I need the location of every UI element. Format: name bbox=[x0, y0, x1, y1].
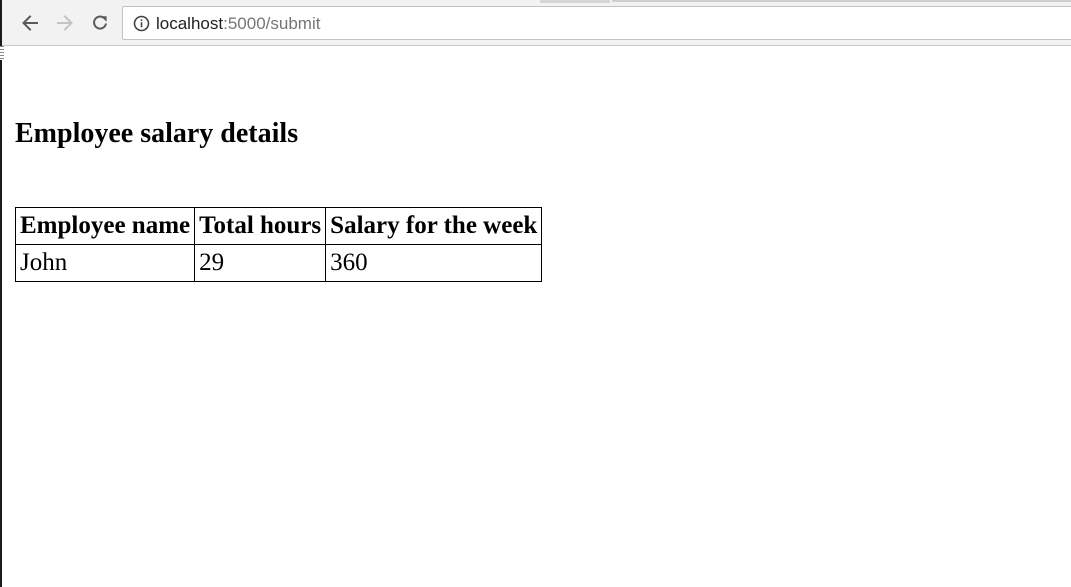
reload-icon bbox=[93, 15, 107, 30]
column-header-salary: Salary for the week bbox=[325, 207, 543, 245]
address-bar[interactable]: localhost:5000/submit bbox=[122, 6, 1071, 40]
page-content: Employee salary details Employee name To… bbox=[14, 118, 543, 282]
forward-arrow-icon bbox=[57, 15, 73, 31]
cell-employee-name: John bbox=[14, 244, 196, 282]
reload-button[interactable] bbox=[86, 9, 114, 37]
info-icon[interactable] bbox=[133, 15, 150, 32]
table-row: John 29 360 bbox=[14, 244, 543, 282]
tab-strip-edge bbox=[612, 0, 1071, 2]
tab-strip-edge bbox=[540, 0, 610, 3]
forward-button[interactable] bbox=[51, 9, 79, 37]
url-text[interactable]: localhost:5000/submit bbox=[156, 13, 320, 34]
url-host: localhost bbox=[156, 14, 224, 33]
table-header-row: Employee name Total hours Salary for the… bbox=[14, 207, 543, 245]
column-header-employee-name: Employee name bbox=[14, 207, 196, 245]
back-button[interactable] bbox=[16, 9, 44, 37]
salary-table: Employee name Total hours Salary for the… bbox=[14, 207, 543, 282]
browser-toolbar: localhost:5000/submit bbox=[0, 0, 1071, 46]
back-arrow-icon bbox=[22, 15, 38, 31]
column-header-total-hours: Total hours bbox=[194, 207, 327, 245]
cell-total-hours: 29 bbox=[194, 244, 327, 282]
cell-salary: 360 bbox=[325, 244, 543, 282]
url-path: :5000/submit bbox=[223, 14, 321, 33]
page-title: Employee salary details bbox=[15, 118, 299, 149]
window-edge-notch bbox=[0, 46, 4, 60]
window-edge bbox=[0, 0, 2, 587]
